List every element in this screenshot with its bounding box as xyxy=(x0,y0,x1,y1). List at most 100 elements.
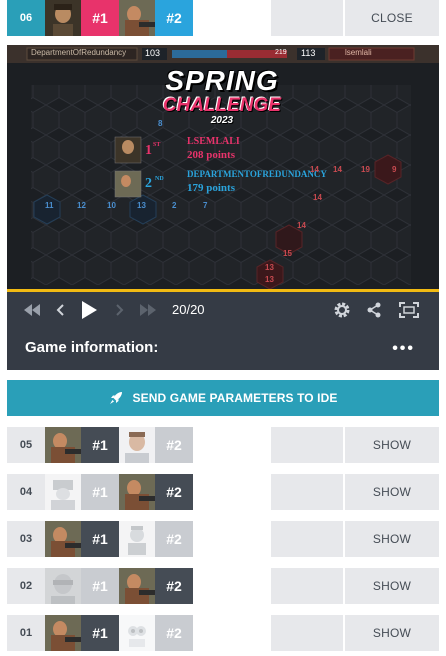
play-icon[interactable] xyxy=(77,292,101,328)
hex-number: 13 xyxy=(137,201,146,210)
logo-year: 2023 xyxy=(210,115,234,126)
center-value: 219 xyxy=(275,49,287,56)
show-button[interactable]: SHOW xyxy=(345,474,439,510)
row-spacer xyxy=(271,615,343,651)
game-information-title: Game information: xyxy=(25,339,159,356)
fullscreen-icon[interactable] xyxy=(397,292,421,328)
hex-number: 19 xyxy=(361,165,370,174)
show-button[interactable]: SHOW xyxy=(345,521,439,557)
player2-rank: #2 xyxy=(155,521,193,557)
player2-avatar xyxy=(119,521,155,557)
step-back-icon[interactable] xyxy=(51,292,69,328)
player1-rank: #1 xyxy=(81,521,119,557)
row-spacer xyxy=(271,521,343,557)
battle-row: 03 #1 #2 SHOW xyxy=(7,521,439,557)
settings-icon[interactable] xyxy=(331,292,353,328)
hex-number: 13 xyxy=(265,263,274,272)
frame-counter: 20/20 xyxy=(172,302,205,317)
row-spacer xyxy=(193,0,269,36)
hex-number: 11 xyxy=(45,201,54,210)
current-battle-row: 06 #1 #2 CLOSE xyxy=(7,0,439,36)
playback-controls: 20/20 xyxy=(7,292,439,328)
first-place-suffix: ST xyxy=(153,142,161,148)
player2-rank: #2 xyxy=(155,0,193,36)
player1-rank: #1 xyxy=(81,474,119,510)
hex-number: 7 xyxy=(203,201,208,210)
battle-row: 01 #1 #2 SHOW xyxy=(7,615,439,651)
battle-row: 05 #1 #2 SHOW xyxy=(7,427,439,463)
send-game-parameters-button[interactable]: SEND GAME PARAMETERS TO IDE xyxy=(7,380,439,416)
left-player-score: 103 xyxy=(145,48,161,58)
row-spacer xyxy=(193,521,269,557)
more-options-icon[interactable]: ••• xyxy=(392,340,415,358)
second-place-number: 2 xyxy=(145,176,152,191)
battle-row: 02 #1 #2 SHOW xyxy=(7,568,439,604)
row-spacer xyxy=(271,568,343,604)
player2-rank: #2 xyxy=(155,427,193,463)
send-button-label: SEND GAME PARAMETERS TO IDE xyxy=(132,391,338,405)
battle-index: 01 xyxy=(7,615,45,651)
player2-avatar xyxy=(119,0,155,36)
player2-rank: #2 xyxy=(155,474,193,510)
hex-number: 15 xyxy=(283,249,292,258)
fast-forward-icon[interactable] xyxy=(137,292,159,328)
first-place-name: LSEMLALI xyxy=(187,136,240,147)
row-spacer xyxy=(193,615,269,651)
logo-line2: CHALLENGE xyxy=(162,95,282,116)
second-place-suffix: ND xyxy=(155,176,164,182)
row-spacer xyxy=(193,427,269,463)
left-player-name: DepartmentOfRedundancy xyxy=(31,48,127,57)
show-button[interactable]: SHOW xyxy=(345,568,439,604)
row-spacer xyxy=(193,474,269,510)
second-place-points: 179 points xyxy=(187,182,235,194)
player1-avatar xyxy=(45,521,81,557)
player2-avatar xyxy=(119,474,155,510)
game-information-bar: Game information: ••• xyxy=(7,328,439,370)
hex-number: 9 xyxy=(392,165,397,174)
rewind-icon[interactable] xyxy=(21,292,43,328)
step-forward-icon[interactable] xyxy=(111,292,129,328)
battle-index: 05 xyxy=(7,427,45,463)
player1-rank: #1 xyxy=(81,427,119,463)
hex-number: 13 xyxy=(265,275,274,284)
show-button[interactable]: SHOW xyxy=(345,615,439,651)
player2-avatar xyxy=(119,615,155,651)
player1-rank: #1 xyxy=(81,0,119,36)
game-replay-viewer[interactable]: DepartmentOfRedundancy 103 219 113 lseml… xyxy=(7,45,439,291)
show-button[interactable]: SHOW xyxy=(345,427,439,463)
battle-index: 02 xyxy=(7,568,45,604)
battle-index: 03 xyxy=(7,521,45,557)
rocket-icon xyxy=(109,392,122,404)
share-icon[interactable] xyxy=(363,292,385,328)
row-spacer xyxy=(271,427,343,463)
row-spacer xyxy=(271,0,343,36)
first-place-number: 1 xyxy=(145,143,152,158)
right-player-name: lsemlali xyxy=(345,48,372,57)
close-button[interactable]: CLOSE xyxy=(345,0,439,36)
first-place-points: 208 points xyxy=(187,149,235,161)
battle-index: 06 xyxy=(7,0,45,36)
hex-number: 2 xyxy=(172,201,177,210)
player2-rank: #2 xyxy=(155,568,193,604)
right-player-score: 113 xyxy=(301,48,316,58)
hex-number: 10 xyxy=(107,201,116,210)
row-spacer xyxy=(271,474,343,510)
second-place-name: DEPARTMENTOFREDUNDANCY xyxy=(187,169,327,179)
player2-rank: #2 xyxy=(155,615,193,651)
player1-rank: #1 xyxy=(81,615,119,651)
hex-number: 12 xyxy=(77,201,86,210)
player1-avatar xyxy=(45,615,81,651)
player2-avatar xyxy=(119,427,155,463)
hex-number: 14 xyxy=(297,221,306,230)
battle-index: 04 xyxy=(7,474,45,510)
hex-number: 14 xyxy=(310,165,319,174)
hex-number: 14 xyxy=(313,193,322,202)
player1-avatar xyxy=(45,427,81,463)
player1-avatar xyxy=(45,474,81,510)
player1-avatar xyxy=(45,0,81,36)
player1-rank: #1 xyxy=(81,568,119,604)
player1-avatar xyxy=(45,568,81,604)
battle-row: 04 #1 #2 SHOW xyxy=(7,474,439,510)
hex-number: 8 xyxy=(158,119,163,128)
logo-line1: SPRING xyxy=(165,65,279,96)
